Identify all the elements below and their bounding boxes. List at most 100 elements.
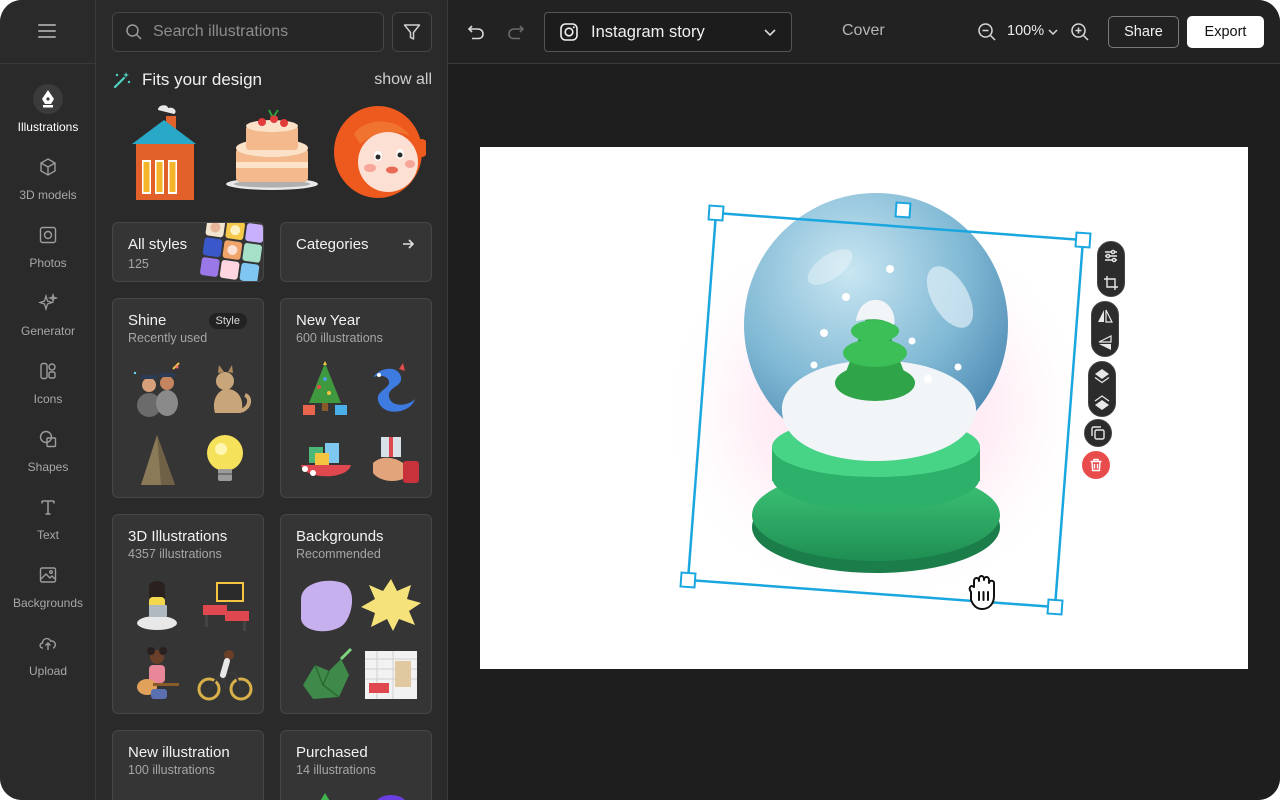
top-toolbar: Instagram story Cover 100% Share Export bbox=[448, 0, 1280, 64]
fits-title: Fits your design bbox=[142, 70, 262, 89]
flip-group bbox=[1091, 301, 1119, 357]
featured-house-illustration[interactable] bbox=[128, 104, 200, 200]
backgrounds-card[interactable]: Backgrounds Recommended bbox=[280, 514, 432, 714]
rail-item-label: Photos bbox=[29, 256, 67, 270]
rail-item-illustrations[interactable]: Illustrations bbox=[0, 80, 96, 144]
thumb-green-crystal bbox=[293, 641, 357, 709]
rail-item-3d-models[interactable]: 3D models bbox=[0, 148, 96, 212]
resize-handle-top-right[interactable] bbox=[1074, 231, 1092, 249]
sparkles-icon bbox=[33, 288, 63, 318]
card-subtitle: Recommended bbox=[296, 547, 381, 561]
resize-handle-bottom-left[interactable] bbox=[679, 571, 697, 589]
card-title: 3D Illustrations bbox=[128, 528, 228, 545]
rotate-handle[interactable] bbox=[894, 201, 912, 219]
rail-item-label: Text bbox=[36, 528, 59, 542]
thumb-cat bbox=[193, 355, 257, 423]
duplicate-icon bbox=[1091, 426, 1105, 440]
style-badge: Style bbox=[208, 313, 247, 329]
thumb-desk-setup bbox=[193, 571, 257, 639]
thumb-christmas-tree bbox=[293, 355, 357, 423]
menu-icon[interactable] bbox=[38, 24, 56, 38]
featured-girl-face-illustration[interactable] bbox=[334, 104, 428, 200]
duplicate-button[interactable] bbox=[1084, 419, 1112, 447]
card-subtitle: Recently used bbox=[128, 331, 208, 345]
app-window: Illustrations 3D models Photos Generator… bbox=[0, 0, 1280, 800]
zoom-out-icon[interactable] bbox=[975, 20, 999, 44]
photo-icon bbox=[33, 220, 63, 250]
show-all-link[interactable]: show all bbox=[374, 71, 432, 89]
thumb-woman-laptop bbox=[125, 571, 189, 639]
search-box[interactable] bbox=[112, 12, 384, 52]
card-subtitle: 125 bbox=[128, 257, 149, 271]
sliders-icon[interactable] bbox=[1103, 248, 1119, 264]
filter-button[interactable] bbox=[392, 12, 432, 52]
cover-tab[interactable]: Cover bbox=[842, 22, 885, 40]
trash-icon bbox=[1090, 458, 1102, 472]
zoom-in-icon[interactable] bbox=[1068, 20, 1092, 44]
rail-item-generator[interactable]: Generator bbox=[0, 284, 96, 348]
all-styles-card[interactable]: All styles 125 bbox=[112, 222, 264, 282]
thumb-hand-gift bbox=[361, 425, 425, 493]
purchased-card[interactable]: Purchased 14 illustrations bbox=[280, 730, 432, 800]
thumb-purple-blob bbox=[293, 571, 357, 639]
left-rail: Illustrations 3D models Photos Generator… bbox=[0, 0, 96, 800]
rail-item-label: 3D models bbox=[19, 188, 77, 202]
image-icon bbox=[33, 560, 63, 590]
rail-item-label: Illustrations bbox=[17, 120, 79, 134]
shapes-icon bbox=[33, 424, 63, 454]
cube-icon bbox=[33, 152, 63, 182]
resize-handle-top-left[interactable] bbox=[707, 204, 725, 222]
share-button[interactable]: Share bbox=[1108, 16, 1179, 48]
rail-item-icons[interactable]: Icons bbox=[0, 352, 96, 416]
chevron-down-icon bbox=[764, 29, 776, 37]
bring-forward-icon[interactable] bbox=[1094, 368, 1110, 384]
thumb-gift-sled bbox=[293, 425, 357, 493]
card-title: Categories bbox=[296, 236, 369, 253]
card-title: All styles bbox=[128, 236, 188, 253]
export-button[interactable]: Export bbox=[1187, 16, 1264, 48]
canvas-area[interactable] bbox=[448, 64, 1280, 800]
3d-illustrations-card[interactable]: 3D Illustrations 4357 illustrations bbox=[112, 514, 264, 714]
rail-item-upload[interactable]: Upload bbox=[0, 624, 96, 688]
format-dropdown[interactable]: Instagram story bbox=[544, 12, 792, 52]
resize-handle-bottom-right[interactable] bbox=[1046, 598, 1064, 616]
magic-wand-icon bbox=[113, 72, 131, 89]
layer-order-group bbox=[1088, 361, 1116, 417]
card-title: Backgrounds bbox=[296, 528, 384, 545]
rail-item-photos[interactable]: Photos bbox=[0, 216, 96, 280]
adjust-crop-group bbox=[1097, 241, 1125, 297]
icons-icon bbox=[33, 356, 63, 386]
cloud-upload-icon bbox=[33, 628, 63, 658]
card-title: Shine bbox=[128, 312, 167, 329]
search-input[interactable] bbox=[153, 23, 373, 41]
thumb-girl-guitar bbox=[125, 641, 189, 709]
featured-cake-illustration[interactable] bbox=[224, 104, 320, 200]
search-icon bbox=[126, 24, 142, 40]
flip-horizontal-icon[interactable] bbox=[1097, 308, 1113, 324]
zoom-chevron-icon[interactable] bbox=[1047, 26, 1059, 38]
rail-item-backgrounds[interactable]: Backgrounds bbox=[0, 556, 96, 620]
undo-icon[interactable] bbox=[464, 20, 488, 44]
rail-item-shapes[interactable]: Shapes bbox=[0, 420, 96, 484]
card-subtitle: 14 illustrations bbox=[296, 763, 376, 777]
card-subtitle: 100 illustrations bbox=[128, 763, 215, 777]
shine-style-card[interactable]: Shine Recently used Style bbox=[112, 298, 264, 498]
selection-frame[interactable] bbox=[448, 64, 1280, 800]
filter-icon bbox=[403, 24, 421, 40]
redo-icon[interactable] bbox=[504, 20, 528, 44]
grab-hand-cursor-icon bbox=[968, 575, 995, 610]
card-subtitle: 600 illustrations bbox=[296, 331, 383, 345]
rail-item-text[interactable]: Text bbox=[0, 488, 96, 552]
thumb-lightbulb bbox=[193, 425, 257, 493]
new-illustration-card[interactable]: New illustration 100 illustrations bbox=[112, 730, 264, 800]
illustrations-panel: Fits your design show all bbox=[96, 0, 448, 800]
delete-button[interactable] bbox=[1082, 451, 1110, 479]
new-year-card[interactable]: New Year 600 illustrations bbox=[280, 298, 432, 498]
thumb-cyclist bbox=[193, 641, 257, 709]
zoom-level[interactable]: 100% bbox=[1007, 23, 1044, 39]
flip-vertical-icon[interactable] bbox=[1097, 334, 1113, 351]
send-backward-icon[interactable] bbox=[1094, 394, 1110, 411]
thumb-room-scene bbox=[359, 641, 423, 709]
categories-card[interactable]: Categories bbox=[280, 222, 432, 282]
crop-icon[interactable] bbox=[1103, 275, 1119, 291]
